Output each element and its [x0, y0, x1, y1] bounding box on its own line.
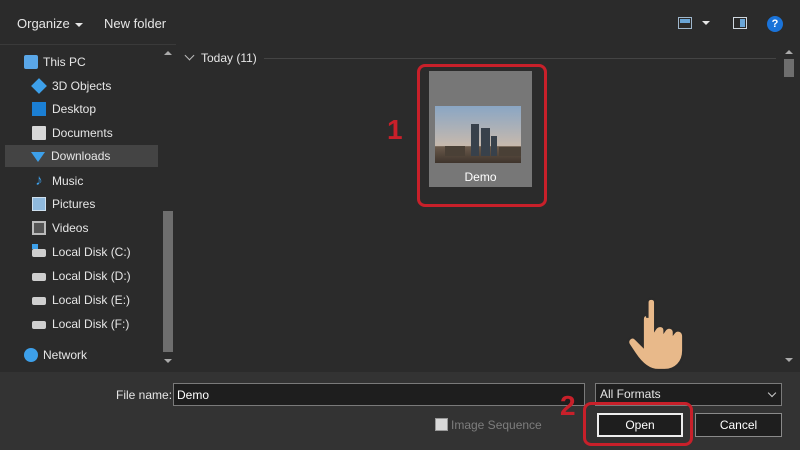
sidebar-item-disk-c[interactable]: Local Disk (C:) [6, 241, 159, 263]
film-icon [32, 221, 46, 235]
sidebar-item-this-pc[interactable]: This PC [6, 51, 159, 73]
sidebar-item-label: Music [52, 174, 84, 188]
organize-label: Organize [17, 16, 70, 31]
sidebar-item-label: Local Disk (F:) [52, 317, 130, 331]
nav-scrollbar[interactable] [160, 45, 176, 371]
annotation-step-2: 2 [560, 390, 576, 421]
download-arrow-icon [31, 152, 45, 162]
group-header-today[interactable]: Today (11) [184, 50, 257, 66]
sidebar-item-label: Network [43, 348, 88, 362]
navigation-pane: This PC 3D Objects Desktop Documents Dow… [0, 44, 176, 371]
chevron-down-icon [74, 22, 83, 27]
sidebar-item-label: Desktop [52, 102, 97, 116]
sidebar-item-network[interactable]: Network [6, 344, 159, 366]
file-scrollbar[interactable] [781, 44, 798, 370]
scroll-up-icon[interactable] [164, 51, 172, 55]
organize-button[interactable]: Organize [17, 14, 83, 34]
cancel-button[interactable]: Cancel [695, 413, 782, 437]
scrollbar-thumb[interactable] [163, 211, 173, 352]
image-sequence-label: Image Sequence [451, 418, 542, 432]
file-name-label: File name: [116, 388, 173, 402]
sidebar-item-disk-d[interactable]: Local Disk (D:) [6, 265, 159, 287]
drive-icon [32, 321, 46, 329]
sidebar-item-label: Downloads [51, 149, 111, 163]
new-folder-button[interactable]: New folder [104, 14, 166, 34]
scroll-down-icon[interactable] [785, 358, 793, 362]
group-label: Today (11) [201, 51, 257, 65]
sidebar-item-desktop[interactable]: Desktop [6, 98, 159, 120]
sidebar-item-label: Local Disk (D:) [52, 269, 131, 283]
file-name-input[interactable] [173, 383, 585, 406]
sidebar-item-documents[interactable]: Documents [6, 122, 159, 144]
sidebar-item-label: This PC [43, 55, 86, 69]
scrollbar-thumb[interactable] [784, 59, 794, 77]
cube-icon [31, 78, 47, 94]
toolbar: Organize New folder ? [0, 0, 800, 48]
drive-icon [32, 297, 46, 305]
sidebar-item-music[interactable]: ♪ Music [6, 170, 159, 192]
network-icon [24, 348, 38, 362]
sidebar-item-label: Local Disk (C:) [52, 245, 131, 259]
computer-icon [24, 55, 38, 69]
sidebar-item-label: Documents [52, 126, 113, 140]
pictures-icon [32, 197, 46, 211]
checkbox-box[interactable] [435, 418, 448, 431]
drive-icon [32, 244, 46, 257]
sidebar-item-disk-e[interactable]: Local Disk (E:) [6, 289, 159, 311]
sidebar-item-downloads[interactable]: Downloads [5, 145, 158, 167]
sidebar-item-3d-objects[interactable]: 3D Objects [6, 75, 159, 97]
sidebar-item-label: 3D Objects [52, 79, 112, 93]
sidebar-item-label: Local Disk (E:) [52, 293, 131, 307]
chevron-down-icon[interactable] [702, 21, 710, 25]
sidebar-item-pictures[interactable]: Pictures [6, 193, 159, 215]
annotation-step-1: 1 [387, 114, 403, 145]
hand-pointer-icon [626, 297, 685, 372]
chevron-down-icon [767, 388, 777, 398]
view-options-icon[interactable] [678, 17, 692, 29]
group-divider [264, 58, 776, 59]
chevron-down-icon [184, 50, 195, 61]
annotation-highlight-open [583, 402, 693, 446]
sidebar-item-videos[interactable]: Videos [6, 217, 159, 239]
music-note-icon: ♪ [35, 172, 43, 189]
documents-icon [32, 126, 46, 140]
scroll-down-icon[interactable] [164, 359, 172, 363]
sidebar-item-label: Pictures [52, 197, 96, 211]
desktop-icon [32, 102, 46, 116]
drive-icon [32, 273, 46, 281]
scroll-up-icon[interactable] [785, 50, 793, 54]
sidebar-item-disk-f[interactable]: Local Disk (F:) [6, 313, 159, 335]
annotation-highlight-file [417, 64, 547, 207]
help-icon[interactable]: ? [767, 16, 783, 32]
preview-pane-icon[interactable] [733, 17, 747, 29]
sidebar-item-label: Videos [52, 221, 89, 235]
